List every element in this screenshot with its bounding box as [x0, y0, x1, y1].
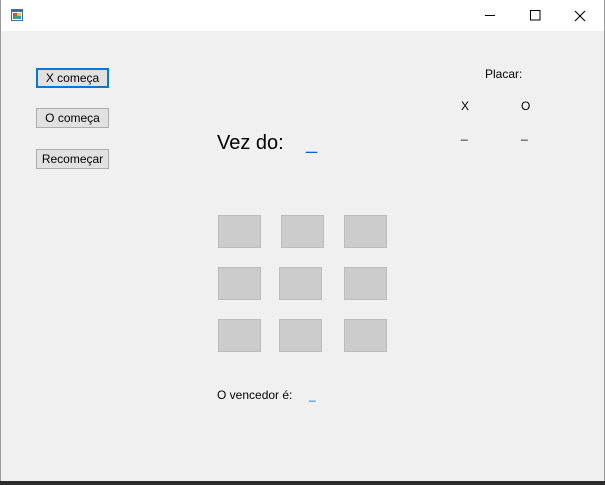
score-title: Placar: — [485, 67, 523, 81]
board-cell-9[interactable] — [344, 319, 387, 352]
turn-value: _ — [306, 132, 318, 154]
taskbar-edge — [0, 481, 605, 485]
winner-value: _ — [309, 388, 316, 402]
o-starts-button[interactable]: O começa — [36, 108, 109, 128]
score-o-label: O — [521, 99, 531, 113]
board-cell-1[interactable] — [218, 215, 261, 248]
title-bar[interactable] — [1, 0, 604, 31]
maximize-button[interactable] — [512, 0, 558, 31]
winner-label: O vencedor é: — [217, 388, 293, 402]
board-cell-6[interactable] — [344, 267, 387, 300]
board-cell-2[interactable] — [281, 215, 324, 248]
maximize-icon — [529, 10, 540, 21]
app-window: X começa O começa Recomeçar Vez do: _ Pl… — [0, 0, 605, 485]
minimize-icon — [484, 15, 495, 16]
score-o-value: _ — [521, 127, 528, 141]
turn-label: Vez do: — [217, 132, 284, 154]
board-cell-8[interactable] — [279, 319, 322, 352]
score-x-value: _ — [461, 127, 468, 141]
close-button[interactable] — [557, 0, 603, 31]
restart-button[interactable]: Recomeçar — [36, 149, 109, 169]
board-cell-7[interactable] — [218, 319, 261, 352]
score-x-label: X — [461, 99, 470, 113]
windows-form-icon — [11, 9, 23, 21]
form-client-area — [1, 31, 604, 481]
minimize-button[interactable] — [467, 0, 513, 31]
board-cell-4[interactable] — [218, 267, 261, 300]
board-cell-5[interactable] — [279, 267, 322, 300]
board-cell-3[interactable] — [344, 215, 387, 248]
close-icon — [574, 10, 586, 21]
x-starts-button[interactable]: X começa — [36, 68, 109, 88]
